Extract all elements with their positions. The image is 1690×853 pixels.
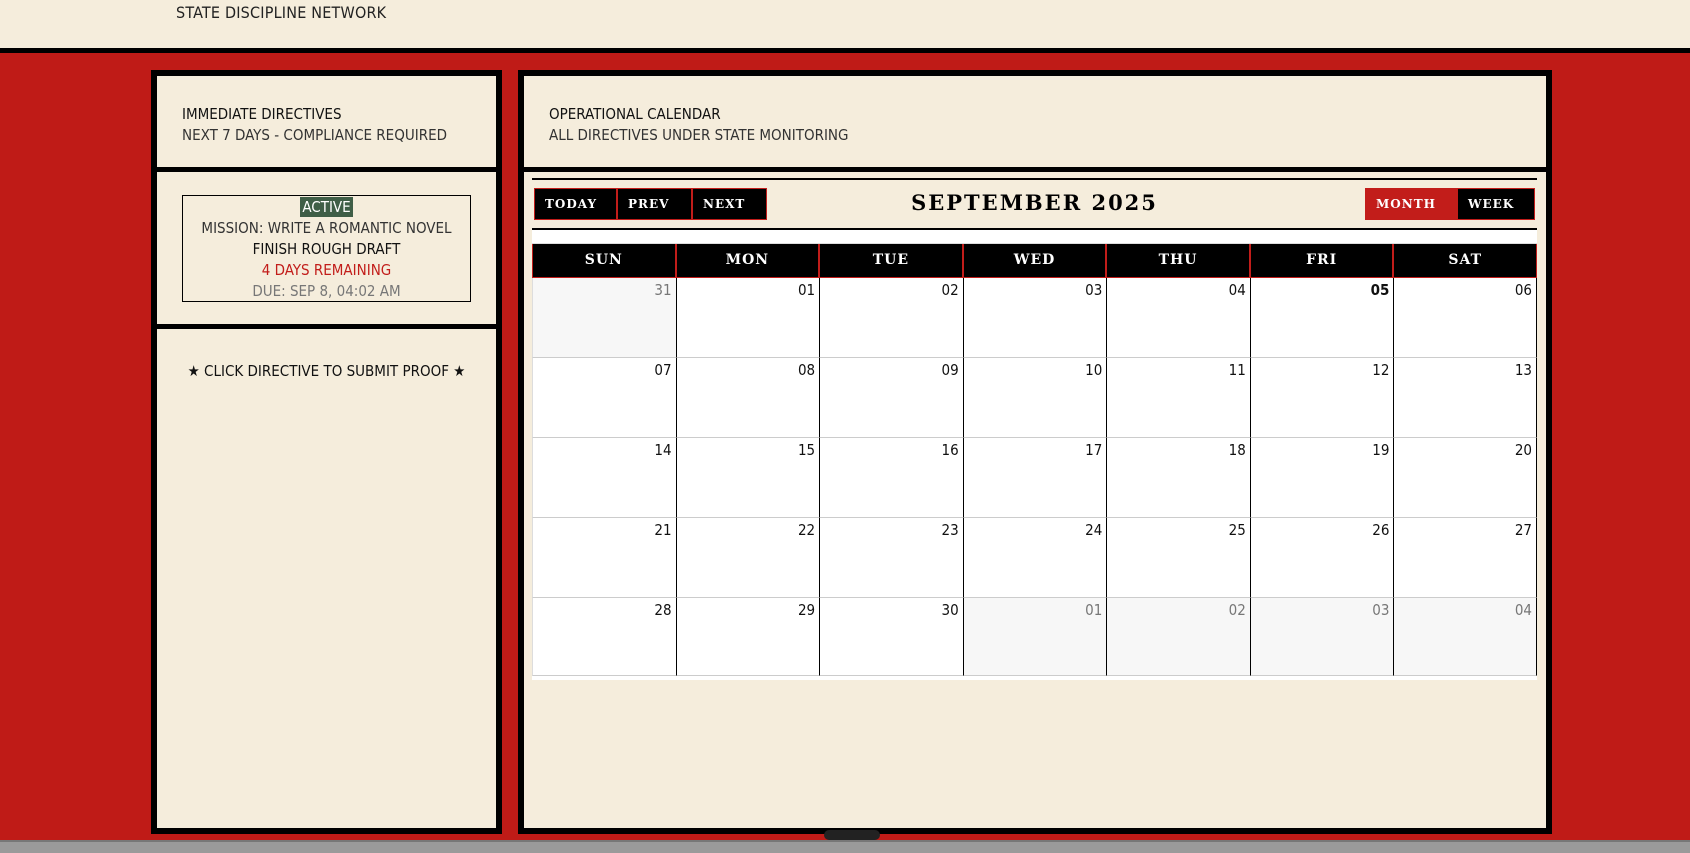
calendar-grid: 31 01 02 03 04 05 06 07 08 09 10 11 12 13 14 15 16 17 18 19… xyxy=(532,278,1537,676)
day-cell[interactable]: 16 xyxy=(819,438,963,518)
directive-mission: MISSION: WRITE A ROMANTIC NOVEL xyxy=(201,219,452,237)
day-cell[interactable]: 11 xyxy=(1106,358,1250,438)
week-row: 28 29 30 01 02 03 04 xyxy=(532,598,1537,676)
view-button-group: MONTH WEEK xyxy=(1365,188,1535,220)
calendar-panel-subtitle: ALL DIRECTIVES UNDER STATE MONITORING xyxy=(549,126,849,144)
week-row: 14 15 16 17 18 19 20 xyxy=(532,438,1537,518)
day-cell[interactable]: 19 xyxy=(1249,438,1394,518)
day-cell[interactable]: 14 xyxy=(532,438,676,518)
day-cell[interactable]: 05 xyxy=(1249,278,1394,358)
day-cell[interactable]: 27 xyxy=(1393,518,1537,598)
day-cell[interactable]: 04 xyxy=(1106,278,1250,358)
day-cell[interactable]: 04 xyxy=(1393,598,1537,676)
bottom-scrollbar[interactable] xyxy=(0,840,1690,853)
day-cell[interactable]: 20 xyxy=(1393,438,1537,518)
day-cell[interactable]: 10 xyxy=(962,358,1107,438)
directives-title: IMMEDIATE DIRECTIVES xyxy=(182,105,342,123)
day-cell[interactable]: 29 xyxy=(675,598,820,676)
weekday-thu: THU xyxy=(1106,244,1250,278)
day-cell[interactable]: 21 xyxy=(532,518,676,598)
day-cell[interactable]: 03 xyxy=(962,278,1107,358)
top-bar: STATE DISCIPLINE NETWORK xyxy=(0,0,1690,53)
week-row: 21 22 23 24 25 26 27 xyxy=(532,518,1537,598)
scroll-handle[interactable] xyxy=(824,830,880,840)
weekday-sun: SUN xyxy=(532,244,676,278)
day-cell[interactable]: 07 xyxy=(532,358,676,438)
weekday-fri: FRI xyxy=(1249,244,1394,278)
day-cell[interactable]: 09 xyxy=(819,358,963,438)
day-cell[interactable]: 22 xyxy=(675,518,820,598)
day-cell[interactable]: 15 xyxy=(675,438,820,518)
day-cell[interactable]: 02 xyxy=(819,278,963,358)
weekday-sat: SAT xyxy=(1393,244,1537,278)
directives-header: IMMEDIATE DIRECTIVES NEXT 7 DAYS - COMPL… xyxy=(157,76,496,172)
day-cell[interactable]: 24 xyxy=(962,518,1107,598)
weekday-header-row: SUN MON TUE WED THU FRI SAT xyxy=(532,244,1537,278)
day-cell[interactable]: 25 xyxy=(1106,518,1250,598)
day-cell[interactable]: 13 xyxy=(1393,358,1537,438)
day-cell[interactable]: 26 xyxy=(1249,518,1394,598)
day-cell[interactable]: 03 xyxy=(1249,598,1394,676)
calendar-panel-title: OPERATIONAL CALENDAR xyxy=(549,105,721,123)
day-cell[interactable]: 28 xyxy=(532,598,676,676)
day-cell[interactable]: 17 xyxy=(962,438,1107,518)
day-cell[interactable]: 06 xyxy=(1393,278,1537,358)
day-cell[interactable]: 02 xyxy=(1106,598,1250,676)
calendar-panel: OPERATIONAL CALENDAR ALL DIRECTIVES UNDE… xyxy=(518,70,1552,834)
directive-task: FINISH ROUGH DRAFT xyxy=(252,240,401,258)
status-badge: ACTIVE xyxy=(300,197,353,217)
submit-proof-hint: ★ CLICK DIRECTIVE TO SUBMIT PROOF ★ xyxy=(187,362,466,380)
directives-subtitle: NEXT 7 DAYS - COMPLIANCE REQUIRED xyxy=(182,126,447,144)
calendar-spacer xyxy=(532,230,1537,244)
day-cell[interactable]: 18 xyxy=(1106,438,1250,518)
week-view-button[interactable]: WEEK xyxy=(1457,188,1535,220)
week-row: 31 01 02 03 04 05 06 xyxy=(532,278,1537,358)
day-cell[interactable]: 23 xyxy=(819,518,963,598)
weekday-tue: TUE xyxy=(819,244,963,278)
calendar-toolbar: TODAY PREV NEXT SEPTEMBER 2025 MONTH WEE… xyxy=(532,178,1537,230)
directives-list: ACTIVE MISSION: WRITE A ROMANTIC NOVEL F… xyxy=(157,172,496,329)
calendar: TODAY PREV NEXT SEPTEMBER 2025 MONTH WEE… xyxy=(532,178,1537,680)
weekday-mon: MON xyxy=(675,244,820,278)
directive-due: DUE: SEP 8, 04:02 AM xyxy=(252,282,401,300)
day-cell[interactable]: 01 xyxy=(962,598,1107,676)
weekday-wed: WED xyxy=(962,244,1107,278)
day-cell[interactable]: 01 xyxy=(675,278,820,358)
directive-card[interactable]: ACTIVE MISSION: WRITE A ROMANTIC NOVEL F… xyxy=(182,195,471,302)
brand-title: STATE DISCIPLINE NETWORK xyxy=(176,3,387,22)
day-cell[interactable]: 30 xyxy=(819,598,963,676)
day-cell[interactable]: 08 xyxy=(675,358,820,438)
week-row: 07 08 09 10 11 12 13 xyxy=(532,358,1537,438)
day-cell[interactable]: 31 xyxy=(532,278,676,358)
month-view-button[interactable]: MONTH xyxy=(1365,188,1457,220)
directives-panel: IMMEDIATE DIRECTIVES NEXT 7 DAYS - COMPL… xyxy=(151,70,502,834)
calendar-header: OPERATIONAL CALENDAR ALL DIRECTIVES UNDE… xyxy=(524,76,1546,172)
day-cell[interactable]: 12 xyxy=(1249,358,1394,438)
directive-remaining: 4 DAYS REMAINING xyxy=(261,261,392,279)
